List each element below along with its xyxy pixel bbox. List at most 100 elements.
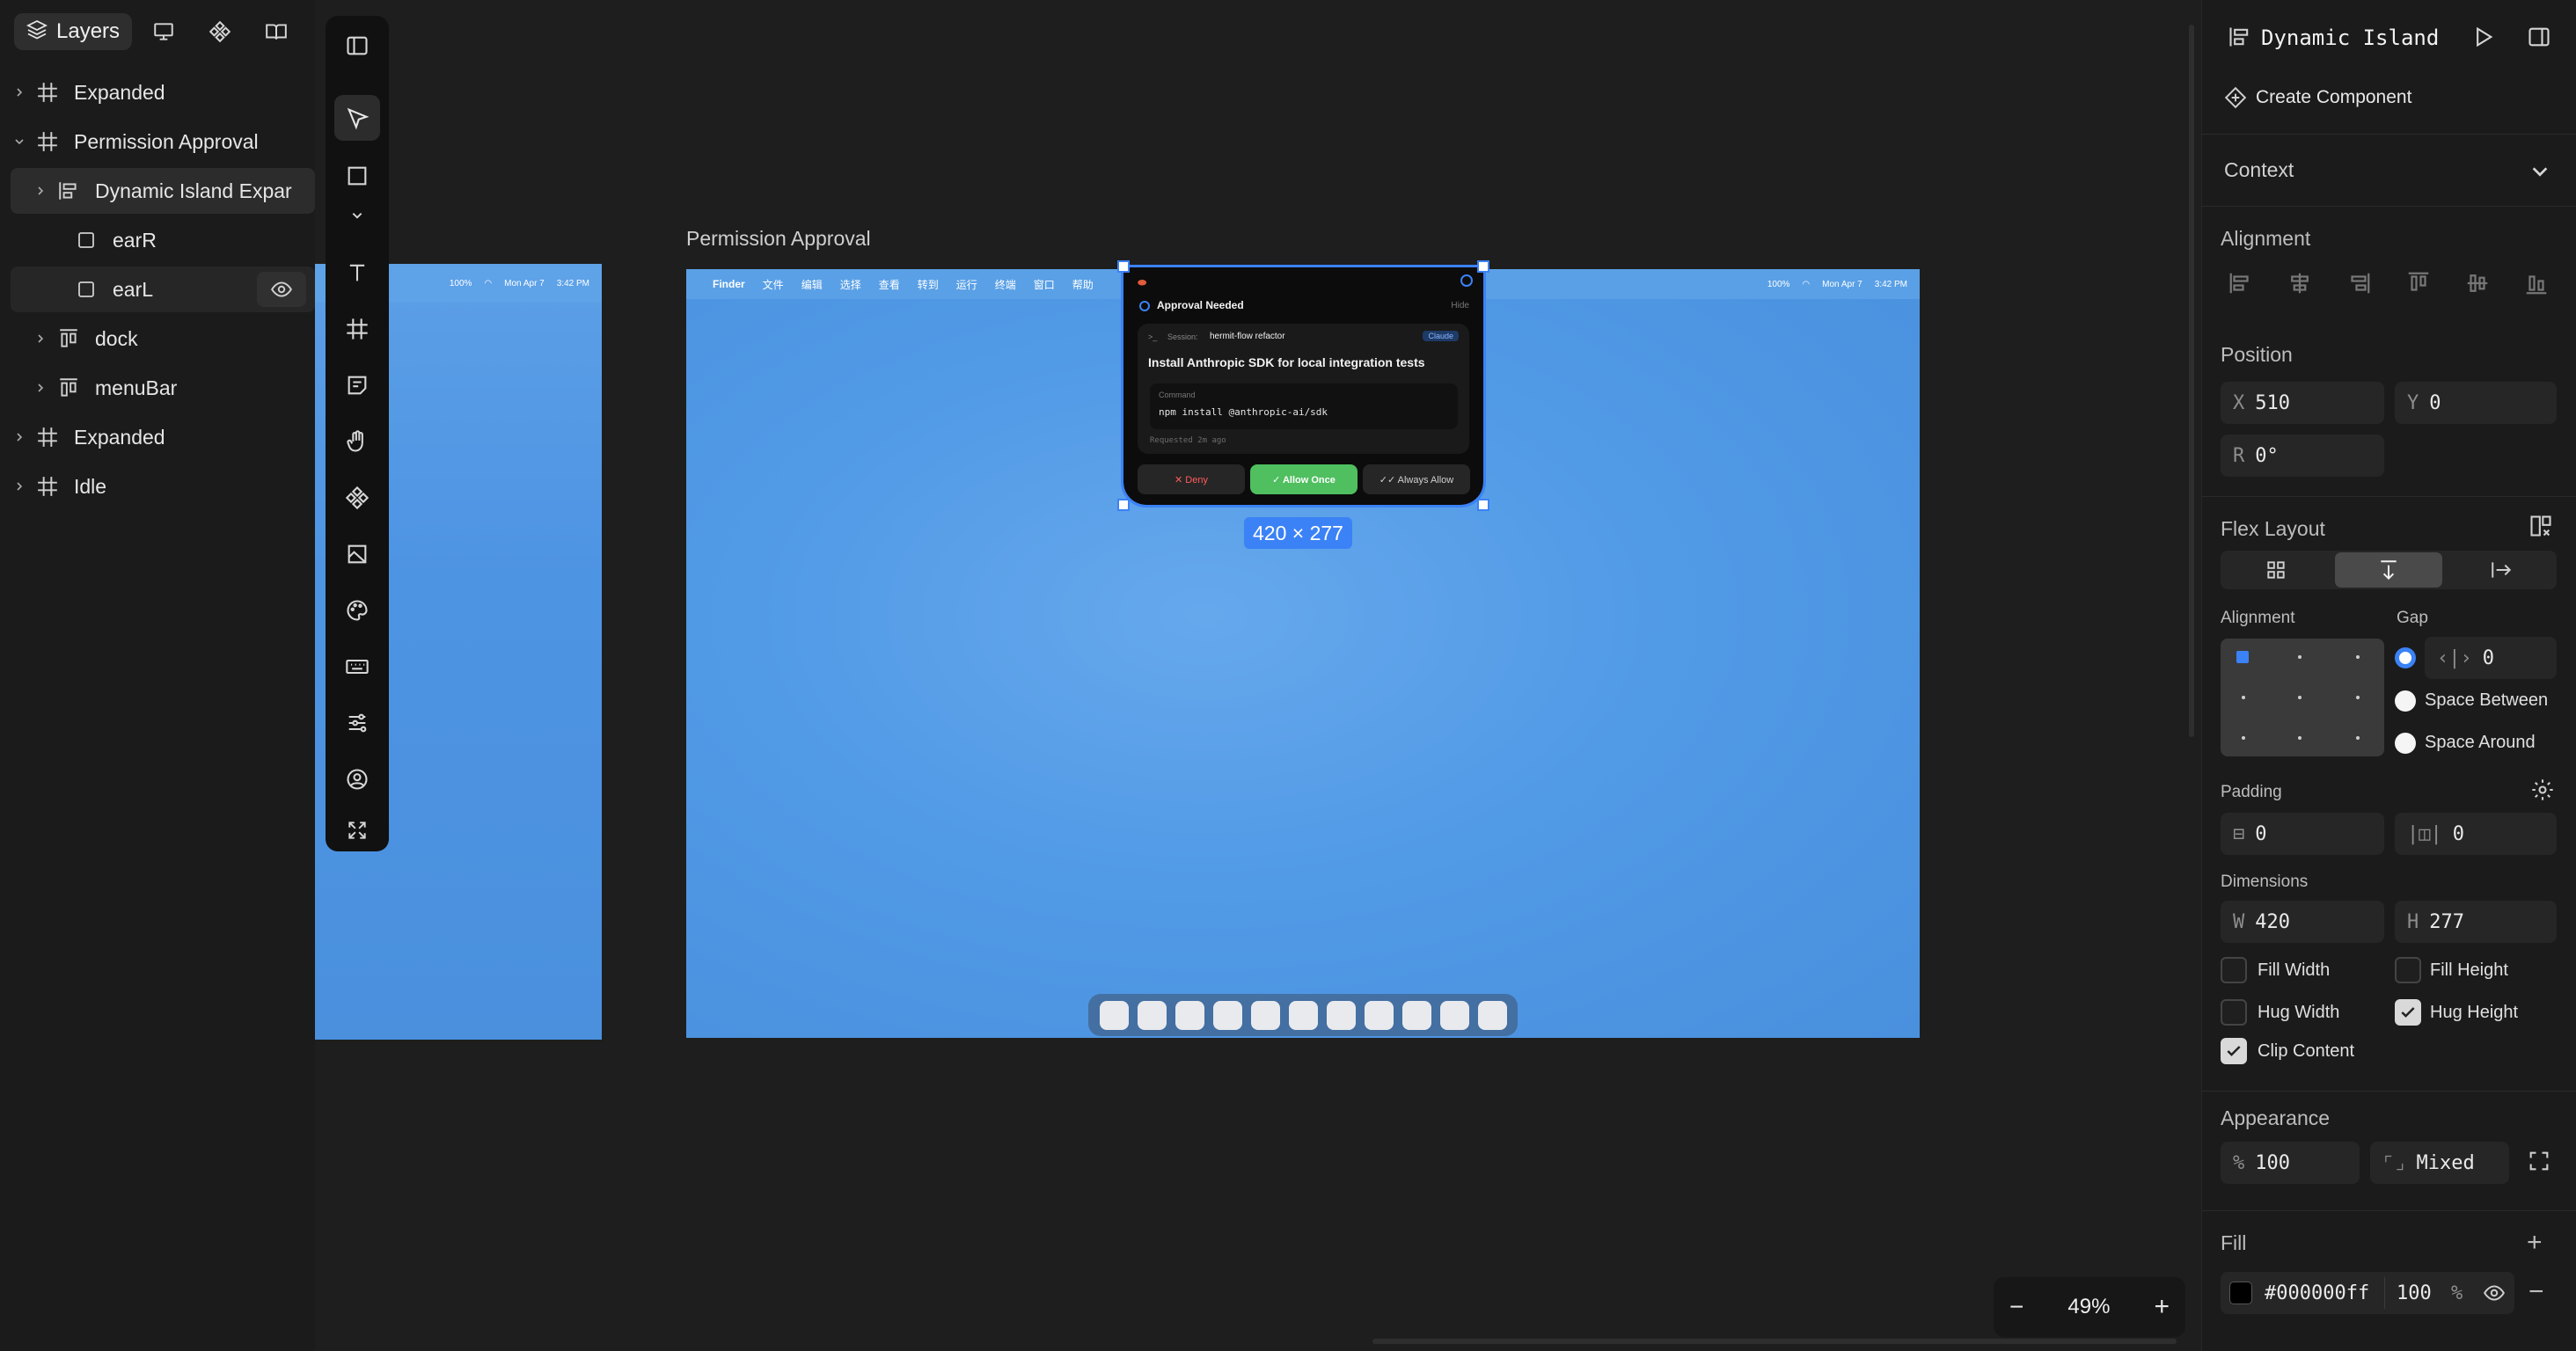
width-field[interactable]: W 420: [2221, 901, 2384, 943]
chevron-right-icon[interactable]: [11, 481, 28, 492]
chevron-down-icon[interactable]: [2530, 162, 2550, 186]
image-tool[interactable]: [334, 531, 380, 577]
presentation-tab[interactable]: [139, 13, 188, 50]
space-around-radio[interactable]: [2395, 733, 2416, 754]
alignment-cell[interactable]: [2356, 696, 2360, 699]
fill-opacity-value[interactable]: 100: [2397, 1282, 2432, 1304]
zoom-in-button[interactable]: +: [2154, 1292, 2170, 1322]
gap-fixed-radio[interactable]: [2395, 647, 2416, 668]
layout-vertical-option[interactable]: [2335, 552, 2442, 588]
independent-corners-button[interactable]: [2527, 1149, 2551, 1178]
dock-app[interactable]: [1477, 1000, 1507, 1030]
dock-app[interactable]: [1364, 1000, 1394, 1030]
y-position-field[interactable]: Y 0: [2395, 382, 2557, 424]
add-fill-button[interactable]: +: [2527, 1228, 2543, 1258]
horizontal-scrollbar[interactable]: [1372, 1339, 2177, 1344]
gap-field[interactable]: ‹|› 0: [2425, 637, 2557, 679]
dock-app[interactable]: [1439, 1000, 1469, 1030]
text-tool[interactable]: [334, 250, 380, 296]
chevron-right-icon[interactable]: [32, 333, 49, 344]
dock-app[interactable]: [1137, 1000, 1167, 1030]
sticky-note-tool[interactable]: [334, 362, 380, 408]
rotation-field[interactable]: R 0°: [2221, 435, 2384, 477]
padding-horizontal-field[interactable]: ⊟ 0: [2221, 813, 2384, 855]
alignment-cell[interactable]: [2298, 736, 2302, 740]
alignment-cell[interactable]: [2356, 736, 2360, 740]
chevron-right-icon[interactable]: [32, 186, 49, 196]
toggle-inspector-button[interactable]: [2527, 25, 2551, 54]
alignment-cell[interactable]: [2356, 655, 2360, 659]
align-right-icon[interactable]: [2345, 270, 2372, 296]
layer-row-earR[interactable]: earR: [11, 217, 315, 263]
context-section-header[interactable]: Context: [2224, 158, 2294, 182]
shape-options-dropdown[interactable]: [334, 204, 380, 227]
fill-width-checkbox[interactable]: [2221, 957, 2247, 983]
dock-app[interactable]: [1288, 1000, 1318, 1030]
hug-height-checkbox[interactable]: [2395, 999, 2421, 1026]
resize-handle-bottom-left[interactable]: [1117, 499, 1130, 511]
select-tool[interactable]: [334, 95, 380, 141]
hide-link[interactable]: Hide: [1451, 301, 1469, 310]
zoom-level[interactable]: 49%: [2067, 1295, 2110, 1319]
height-field[interactable]: H 277: [2395, 901, 2557, 943]
resize-handle-bottom-right[interactable]: [1477, 499, 1489, 511]
chevron-right-icon[interactable]: [11, 87, 28, 98]
padding-settings-button[interactable]: [2530, 778, 2555, 807]
dock-app[interactable]: [1326, 1000, 1356, 1030]
fill-visibility-toggle[interactable]: [2483, 1282, 2506, 1310]
dock[interactable]: [1088, 994, 1518, 1036]
opacity-field[interactable]: % 100: [2221, 1142, 2360, 1184]
layer-row-menubar[interactable]: menuBar: [11, 365, 315, 411]
layer-row-dynamic-island[interactable]: Dynamic Island Expar: [11, 168, 315, 214]
layer-row-expanded-2[interactable]: Expanded: [11, 414, 315, 460]
resize-handle-top-left[interactable]: [1117, 260, 1130, 273]
adjustments-button[interactable]: [334, 700, 380, 746]
deny-button[interactable]: ✕ Deny: [1138, 464, 1245, 494]
dock-app[interactable]: [1175, 1000, 1204, 1030]
alignment-cell[interactable]: [2242, 736, 2245, 740]
layer-row-dock[interactable]: dock: [11, 316, 315, 361]
fill-height-checkbox[interactable]: [2395, 957, 2421, 983]
align-center-h-icon[interactable]: [2287, 270, 2313, 296]
dynamic-island-expanded[interactable]: ⬬ Approval Needed Hide >_ Session: hermi…: [1121, 265, 1486, 508]
allow-once-button[interactable]: ✓ Allow Once: [1250, 464, 1358, 494]
dock-app[interactable]: [1099, 1000, 1129, 1030]
component-tool[interactable]: [334, 475, 380, 521]
space-between-radio[interactable]: [2395, 690, 2416, 712]
alignment-selected-cell[interactable]: [2236, 651, 2249, 663]
always-allow-button[interactable]: ✓✓ Always Allow: [1363, 464, 1470, 494]
chevron-right-icon[interactable]: [11, 432, 28, 442]
clip-content-checkbox[interactable]: [2221, 1038, 2247, 1064]
frame-label[interactable]: Permission Approval: [686, 227, 871, 251]
fill-row[interactable]: #000000ff 100 %: [2221, 1272, 2514, 1314]
layout-horizontal-option[interactable]: [2448, 552, 2555, 588]
hand-tool[interactable]: [334, 419, 380, 464]
align-left-icon[interactable]: [2228, 270, 2254, 296]
rectangle-tool[interactable]: [334, 153, 380, 199]
fill-color-swatch[interactable]: [2229, 1282, 2252, 1304]
frame-tool[interactable]: [334, 306, 380, 352]
layer-row-permission-approval[interactable]: Permission Approval: [11, 119, 315, 164]
account-button[interactable]: [334, 756, 380, 802]
play-preview-button[interactable]: [2470, 25, 2495, 54]
fill-hex-value[interactable]: #000000ff: [2265, 1282, 2369, 1304]
padding-vertical-field[interactable]: |◫| 0: [2395, 813, 2557, 855]
zoom-out-button[interactable]: −: [2009, 1293, 2023, 1321]
x-position-field[interactable]: X 510: [2221, 382, 2384, 424]
fullscreen-button[interactable]: [334, 813, 380, 848]
remove-fill-button[interactable]: −: [2528, 1277, 2544, 1307]
alignment-cell[interactable]: [2298, 696, 2302, 699]
remove-layout-button[interactable]: [2528, 514, 2553, 543]
layers-tab[interactable]: Layers: [14, 13, 133, 50]
dock-app[interactable]: [1212, 1000, 1242, 1030]
alignment-grid[interactable]: [2221, 639, 2384, 756]
layout-grid-option[interactable]: [2222, 552, 2330, 588]
hug-width-checkbox[interactable]: [2221, 999, 2247, 1026]
layer-row-expanded-1[interactable]: Expanded: [11, 69, 315, 115]
align-top-icon[interactable]: [2405, 270, 2432, 296]
vertical-scrollbar[interactable]: [2189, 25, 2194, 737]
layer-row-idle[interactable]: Idle: [11, 464, 315, 509]
align-bottom-icon[interactable]: [2523, 270, 2550, 296]
chevron-down-icon[interactable]: [11, 136, 28, 147]
layer-row-earL[interactable]: earL: [11, 267, 315, 312]
